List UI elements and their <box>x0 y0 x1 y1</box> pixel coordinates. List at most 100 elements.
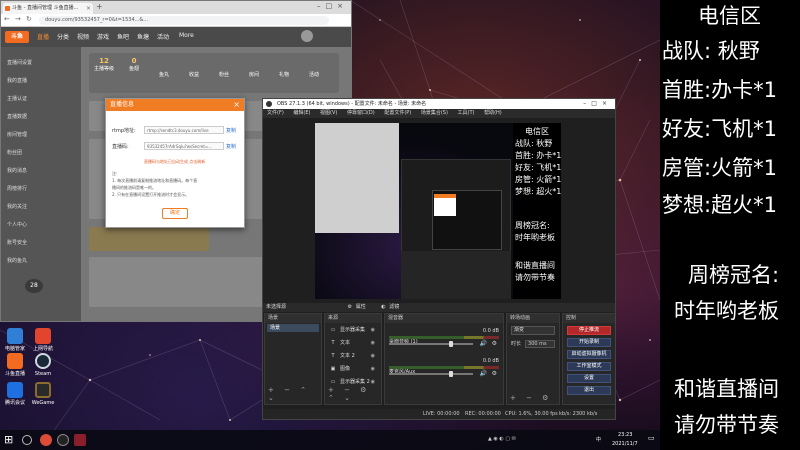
source-item[interactable]: ▭ 显示器采集 ◉ <box>329 324 377 337</box>
obs-preview[interactable]: 电信区 战队: 秋野 首胜: 办卡*1 好友: 飞机*1 房管: 火箭*1 梦想… <box>315 123 561 299</box>
sidebar-item[interactable]: 粉丝团 <box>7 149 22 156</box>
sidebar-item[interactable]: 个人中心 <box>7 221 27 228</box>
browser-tab[interactable]: 斗鱼 - 直播间管理 斗鱼直播... × <box>3 3 93 14</box>
back-icon[interactable]: ← <box>4 15 10 23</box>
menu-item[interactable]: 配置文件(P) <box>384 110 411 116</box>
eye-icon[interactable]: ◉ <box>371 324 375 337</box>
volume-slider[interactable] <box>389 371 473 377</box>
nav-item[interactable]: 鱼吧 <box>117 32 129 41</box>
nav-item[interactable]: 鱼塘 <box>137 32 149 41</box>
stat-item[interactable]: 房间 <box>241 71 267 78</box>
ime-indicator[interactable]: 中 <box>596 436 601 443</box>
ok-button[interactable]: 确定 <box>162 208 188 219</box>
menu-item[interactable]: 帮助(H) <box>484 110 502 116</box>
eye-icon[interactable]: ◉ <box>371 350 375 363</box>
stat-item[interactable]: 粉丝 <box>211 71 237 78</box>
notification-icon[interactable]: ▭ <box>648 434 655 442</box>
sidebar-item[interactable]: 我的直播 <box>7 77 27 84</box>
copy-key-button[interactable]: 复制 <box>226 143 236 150</box>
desktop-icon-3[interactable]: Steam <box>30 353 56 377</box>
eye-icon[interactable]: ◉ <box>371 363 375 376</box>
sidebar-item[interactable]: 直播间设置 <box>7 59 32 66</box>
obs-taskbar-icon[interactable] <box>57 434 69 446</box>
gear-icon[interactable]: ⚙ <box>492 340 497 347</box>
eye-icon[interactable]: ◉ <box>371 337 375 350</box>
settings-button[interactable]: 设置 <box>567 374 611 383</box>
sidebar-item[interactable]: 我的消息 <box>7 167 27 174</box>
transition-toolbar[interactable]: + − ⚙ <box>510 394 552 402</box>
menu-item[interactable]: 工具(T) <box>458 110 475 116</box>
exit-button[interactable]: 退出 <box>567 386 611 395</box>
stat-item[interactable]: 收益 <box>181 71 207 78</box>
desktop-icon-0[interactable]: 电脑管家 <box>2 328 28 352</box>
nav-item[interactable]: 活动 <box>157 32 169 41</box>
scene-toolbar[interactable]: + − ⌃ ⌄ <box>268 386 321 402</box>
menu-item[interactable]: 场景集合(S) <box>421 110 448 116</box>
window-controls[interactable]: –□× <box>583 99 612 109</box>
source-item[interactable]: T 文本 ◉ <box>329 337 377 350</box>
desktop-icon-5[interactable]: WeGame <box>30 382 56 406</box>
sidebar-item[interactable]: 房间管理 <box>7 131 27 138</box>
forward-icon[interactable]: → <box>15 15 21 23</box>
url-input[interactable]: douyu.com/93532457_r=0&t=1534...&... <box>39 16 329 25</box>
source-item[interactable]: T 文本 2 ◉ <box>329 350 377 363</box>
nav-item[interactable]: 游戏 <box>97 32 109 41</box>
nav-item[interactable]: More <box>179 32 194 39</box>
nav-item[interactable]: 直播 <box>37 32 49 41</box>
filter-icon[interactable]: ◐ <box>381 304 385 310</box>
menu-item[interactable]: 停靠窗口(D) <box>347 110 375 116</box>
tray-icons[interactable]: ▲ ◉ ◐ ▢ ✉ <box>488 436 516 442</box>
window-controls[interactable]: –□× <box>317 2 348 10</box>
scene-item[interactable]: 场景 <box>267 324 319 332</box>
desktop-icon-4[interactable]: 腾讯会议 <box>2 382 28 406</box>
start-recording-button[interactable]: 开始录制 <box>567 338 611 347</box>
sidebar-item[interactable]: 我的关注 <box>7 203 27 210</box>
gear-icon[interactable]: ⚙ <box>348 304 352 310</box>
duration-input[interactable]: 300 ms <box>525 340 556 348</box>
close-tab-icon[interactable]: × <box>86 3 91 14</box>
sidebar-item[interactable]: 周榜排行 <box>7 185 27 192</box>
chrome-icon[interactable] <box>40 434 52 446</box>
slider-knob[interactable] <box>449 371 454 377</box>
copy-rtmp-button[interactable]: 复制 <box>226 127 236 134</box>
douyu-logo[interactable]: 斗鱼 <box>5 31 29 43</box>
stat-item[interactable]: 12 主播等级 <box>91 57 117 72</box>
properties-button[interactable]: 属性 <box>356 304 366 310</box>
rtmp-field[interactable]: rtmp://sendtc3.douyu.com/live <box>144 126 224 134</box>
gear-icon[interactable]: ⚙ <box>492 370 497 377</box>
desktop-icon-2[interactable]: 斗鱼直播 <box>2 353 28 377</box>
avatar[interactable] <box>301 30 313 42</box>
stat-item[interactable]: 活动 <box>301 71 327 78</box>
stat-item[interactable]: 0 鱼翅 <box>121 57 147 72</box>
windows-start-icon[interactable]: ⊞ <box>4 434 16 446</box>
stream-key-field[interactable]: 93532457rA4rSqlu?wsSecret=... <box>144 142 224 150</box>
filters-button[interactable]: 滤镜 <box>389 304 399 310</box>
search-icon[interactable] <box>22 435 32 445</box>
desktop-icon-1[interactable]: 上网导航 <box>30 328 56 352</box>
stat-item[interactable]: 鱼丸 <box>151 71 177 78</box>
sidebar-item[interactable]: 账号安全 <box>7 239 27 246</box>
nav-item[interactable]: 分类 <box>57 32 69 41</box>
transition-select[interactable]: 渐变 <box>511 326 555 335</box>
new-tab-button[interactable]: + <box>96 2 103 11</box>
menu-item[interactable]: 编辑(E) <box>293 110 310 116</box>
clock-date[interactable]: 2021/11/7 <box>612 441 638 447</box>
stat-item[interactable]: 礼物 <box>271 71 297 78</box>
source-item[interactable]: ▣ 图像 ◉ <box>329 363 377 376</box>
volume-slider[interactable] <box>389 341 473 347</box>
sidebar-item[interactable]: 主播认证 <box>7 95 27 102</box>
sidebar-item[interactable]: 我的鱼丸 <box>7 257 27 264</box>
close-icon[interactable]: × <box>233 99 240 111</box>
speaker-icon[interactable]: 🔊 <box>480 370 487 377</box>
sidebar-item[interactable]: 直播数据 <box>7 113 27 120</box>
studio-mode-button[interactable]: 工作室模式 <box>567 362 611 371</box>
nav-item[interactable]: 视频 <box>77 32 89 41</box>
app-taskbar-icon[interactable] <box>74 434 86 446</box>
speaker-icon[interactable]: 🔊 <box>480 340 487 347</box>
warn-text[interactable]: 直播码与地址已自动生成 点击刷新 <box>144 159 205 165</box>
clock-time[interactable]: 23:23 <box>618 432 632 438</box>
source-toolbar-buttons[interactable]: + − ⚙ ⌃ ⌄ <box>328 386 381 402</box>
reload-icon[interactable]: ↻ <box>26 15 32 23</box>
slider-knob[interactable] <box>449 341 454 347</box>
stop-streaming-button[interactable]: 停止推流 <box>567 326 611 335</box>
